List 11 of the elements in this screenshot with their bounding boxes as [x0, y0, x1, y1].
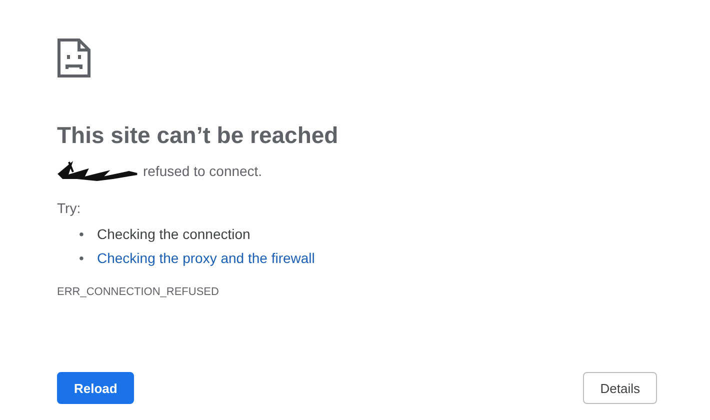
error-heading: This site can’t be reached — [57, 121, 340, 150]
details-button[interactable]: Details — [583, 372, 657, 404]
error-code: ERR_CONNECTION_REFUSED — [57, 286, 220, 298]
error-message: refused to connect. — [143, 163, 262, 179]
reload-button[interactable]: Reload — [57, 372, 134, 404]
sad-page-icon — [57, 38, 91, 78]
suggestion-text: Checking the connection — [97, 225, 250, 244]
bullet: • — [79, 225, 85, 244]
suggestion-link[interactable]: Checking the proxy and the firewall — [97, 246, 315, 270]
bullet: • — [79, 249, 85, 268]
try-label: Try: — [57, 200, 82, 216]
